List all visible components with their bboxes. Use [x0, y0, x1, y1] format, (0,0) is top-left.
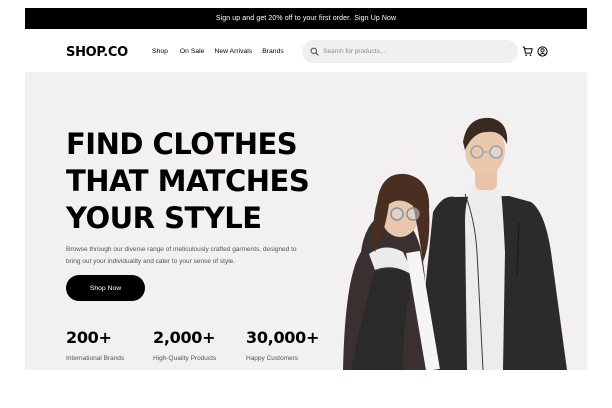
stat-label: High-Quality Products: [153, 355, 217, 362]
nav-link-shop[interactable]: Shop: [152, 48, 168, 55]
hero-description: Browse through our diverse range of meti…: [66, 246, 297, 265]
shop-now-button[interactable]: Shop Now: [66, 275, 145, 301]
nav-links: Shop On Sale New Arrivals Brands: [152, 48, 284, 55]
logo[interactable]: SHOP.CO: [66, 45, 128, 60]
stat-value: 2,000+: [153, 328, 216, 347]
cart-icon[interactable]: [522, 46, 533, 57]
search-icon: [310, 47, 319, 56]
app-frame: Sign up and get 20% off to your first or…: [25, 8, 587, 370]
headline-line-3: YOUR STYLE: [66, 201, 262, 235]
hero-section: FIND CLOTHES THAT MATCHES YOUR STYLE Bro…: [25, 72, 587, 370]
hero-models-image: [343, 117, 567, 370]
nav-link-brands[interactable]: Brands: [262, 48, 284, 55]
signup-link[interactable]: Sign Up Now: [354, 15, 396, 22]
account-icon[interactable]: [537, 46, 548, 57]
headline-line-2: THAT MATCHES: [66, 164, 310, 198]
promo-text: Sign up and get 20% off to your first or…: [215, 15, 352, 22]
man-figure: [417, 117, 567, 370]
stat-label: International Brands: [66, 355, 125, 362]
hero-headline: FIND CLOTHES THAT MATCHES YOUR STYLE: [66, 126, 310, 237]
navbar: SHOP.CO Shop On Sale New Arrivals Brands: [25, 29, 587, 72]
headline-line-1: FIND CLOTHES: [66, 127, 298, 161]
nav-link-on-sale[interactable]: On Sale: [180, 48, 205, 55]
stat-value: 200+: [66, 328, 112, 347]
search-bar[interactable]: [302, 40, 518, 63]
stat-brands: 200+ International Brands: [66, 328, 124, 362]
page-margin: [587, 0, 612, 408]
nav-link-new-arrivals[interactable]: New Arrivals: [214, 48, 252, 55]
woman-figure: [343, 173, 440, 370]
promo-banner: Sign up and get 20% off to your first or…: [25, 8, 587, 29]
search-input[interactable]: [323, 48, 503, 55]
stat-products: 2,000+ High-Quality Products: [153, 328, 216, 362]
